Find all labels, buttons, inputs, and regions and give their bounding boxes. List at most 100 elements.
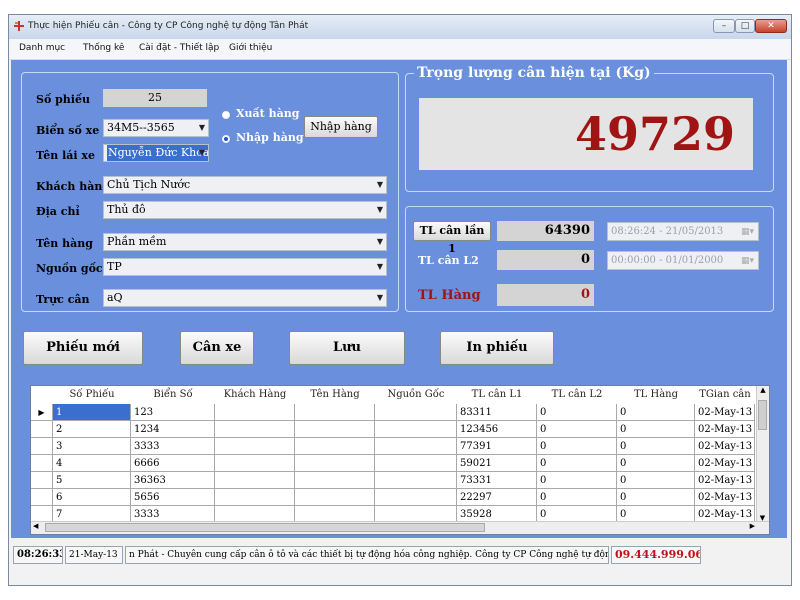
table-cell[interactable]: 6 [53,489,131,506]
scroll-hthumb[interactable] [45,523,485,532]
row-header[interactable]: ▶ [31,404,53,421]
row-header[interactable] [31,438,53,455]
table-cell[interactable]: 0 [537,421,617,438]
table-cell[interactable]: 0 [537,472,617,489]
khach-hang-combo[interactable]: Chủ Tịch Nước ▼ [103,176,387,194]
table-cell[interactable] [215,489,295,506]
chevron-down-icon[interactable]: ▼ [377,290,383,306]
table-cell[interactable]: 1 [53,404,131,421]
table-cell[interactable]: 5656 [131,489,215,506]
phieu-moi-button[interactable]: Phiếu mới [23,331,143,365]
title-bar[interactable]: Thực hiện Phiếu cân - Công ty CP Công ng… [9,15,791,39]
chevron-down-icon[interactable]: ▼ [377,177,383,193]
table-cell[interactable]: 02-May-13 [695,489,755,506]
chevron-down-icon[interactable]: ▼ [199,145,205,161]
table-cell[interactable]: 0 [617,489,695,506]
table-cell[interactable] [375,455,457,472]
scroll-left-icon[interactable]: ◀ [33,522,38,530]
table-cell[interactable]: 0 [617,404,695,421]
table-cell[interactable]: 02-May-13 [695,472,755,489]
vertical-scrollbar[interactable]: ▲ ▼ [756,386,769,522]
table-cell[interactable]: 0 [537,489,617,506]
table-cell[interactable] [295,404,375,421]
column-header[interactable]: TL Hàng [617,386,695,404]
table-cell[interactable] [375,472,457,489]
in-phieu-button[interactable]: In phiếu [440,331,554,365]
table-cell[interactable]: 77391 [457,438,537,455]
menu-thong-ke[interactable]: Thống kê [83,43,124,53]
nhap-hang-label[interactable]: Nhập hàng [236,131,304,144]
table-cell[interactable] [295,438,375,455]
nhap-hang-button[interactable]: Nhập hàng [304,116,378,138]
table-cell[interactable]: 02-May-13 [695,438,755,455]
so-phieu-field[interactable]: 25 [103,89,207,107]
column-header[interactable]: Khách Hàng [215,386,295,404]
menu-gioi-thieu[interactable]: Giới thiệu [229,43,272,53]
table-cell[interactable]: 5 [53,472,131,489]
table-cell[interactable]: 02-May-13 [695,421,755,438]
row-header[interactable] [31,489,53,506]
menu-cai-dat[interactable]: Cài đặt - Thiết lập [139,43,219,53]
column-header[interactable]: Tên Hàng [295,386,375,404]
dia-chi-combo[interactable]: Thủ đô ▼ [103,201,387,219]
calendar-icon[interactable]: ▦▾ [741,223,754,241]
ten-hang-combo[interactable]: Phần mềm ▼ [103,233,387,251]
truc-can-combo[interactable]: aQ ▼ [103,289,387,307]
column-header[interactable]: TL cân L1 [457,386,537,404]
minimize-icon[interactable]: – [713,19,735,33]
nhap-hang-radio[interactable] [222,135,230,143]
table-cell[interactable]: 0 [617,438,695,455]
chevron-down-icon[interactable]: ▼ [377,259,383,275]
table-cell[interactable] [375,404,457,421]
menu-danh-muc[interactable]: Danh mục [19,43,65,53]
table-cell[interactable]: 02-May-13 [695,455,755,472]
can-xe-button[interactable]: Cân xe [180,331,254,365]
table-cell[interactable]: 123 [131,404,215,421]
close-icon[interactable]: ✕ [755,19,787,33]
table-cell[interactable]: 0 [617,421,695,438]
table-cell[interactable] [295,489,375,506]
row-header[interactable] [31,472,53,489]
row-header[interactable] [31,455,53,472]
l1-datetime-picker[interactable]: 08:26:24 - 21/05/2013 ▦▾ [607,222,759,241]
scroll-thumb[interactable] [758,400,767,430]
table-cell[interactable]: 2 [53,421,131,438]
column-header[interactable]: Số Phiếu [53,386,131,404]
table-cell[interactable]: 0 [537,455,617,472]
table-cell[interactable]: 02-May-13 [695,404,755,421]
table-cell[interactable]: 6666 [131,455,215,472]
table-cell[interactable]: 4 [53,455,131,472]
table-cell[interactable]: 59021 [457,455,537,472]
xuat-hang-radio[interactable] [222,111,230,119]
tl-can-lan-1-button[interactable]: TL cân lần 1 [413,221,491,255]
column-header[interactable]: Biển Số [131,386,215,404]
row-header[interactable] [31,421,53,438]
scroll-up-icon[interactable]: ▲ [757,386,769,394]
chevron-down-icon[interactable]: ▼ [377,202,383,218]
scroll-right-icon[interactable]: ▶ [750,522,755,530]
horizontal-scrollbar[interactable]: ◀ ▶ [31,521,769,534]
table-cell[interactable]: 0 [617,472,695,489]
calendar-icon[interactable]: ▦▾ [741,252,754,270]
chevron-down-icon[interactable]: ▼ [377,234,383,250]
table-cell[interactable]: 0 [537,438,617,455]
table-cell[interactable]: 22297 [457,489,537,506]
table-cell[interactable]: 1234 [131,421,215,438]
table-cell[interactable] [215,455,295,472]
table-cell[interactable] [375,438,457,455]
column-header[interactable]: TL cân L2 [537,386,617,404]
table-cell[interactable]: 0 [617,455,695,472]
nguon-goc-combo[interactable]: TP ▼ [103,258,387,276]
table-cell[interactable] [295,421,375,438]
ten-lai-xe-combo[interactable]: Nguyễn Đức Khoa ▼ [103,144,209,162]
xuat-hang-label[interactable]: Xuất hàng [236,107,299,120]
records-table[interactable]: Số Phiếu Biển Số Khách Hàng Tên Hàng Nguồn G… [30,385,770,535]
table-cell[interactable]: 123456 [457,421,537,438]
table-cell[interactable]: 36363 [131,472,215,489]
chevron-down-icon[interactable]: ▼ [199,120,205,136]
maximize-icon[interactable]: □ [735,19,755,33]
column-header[interactable]: Nguồn Gốc [375,386,457,404]
table-cell[interactable] [295,472,375,489]
table-cell[interactable]: 73331 [457,472,537,489]
luu-button[interactable]: Lưu [289,331,405,365]
